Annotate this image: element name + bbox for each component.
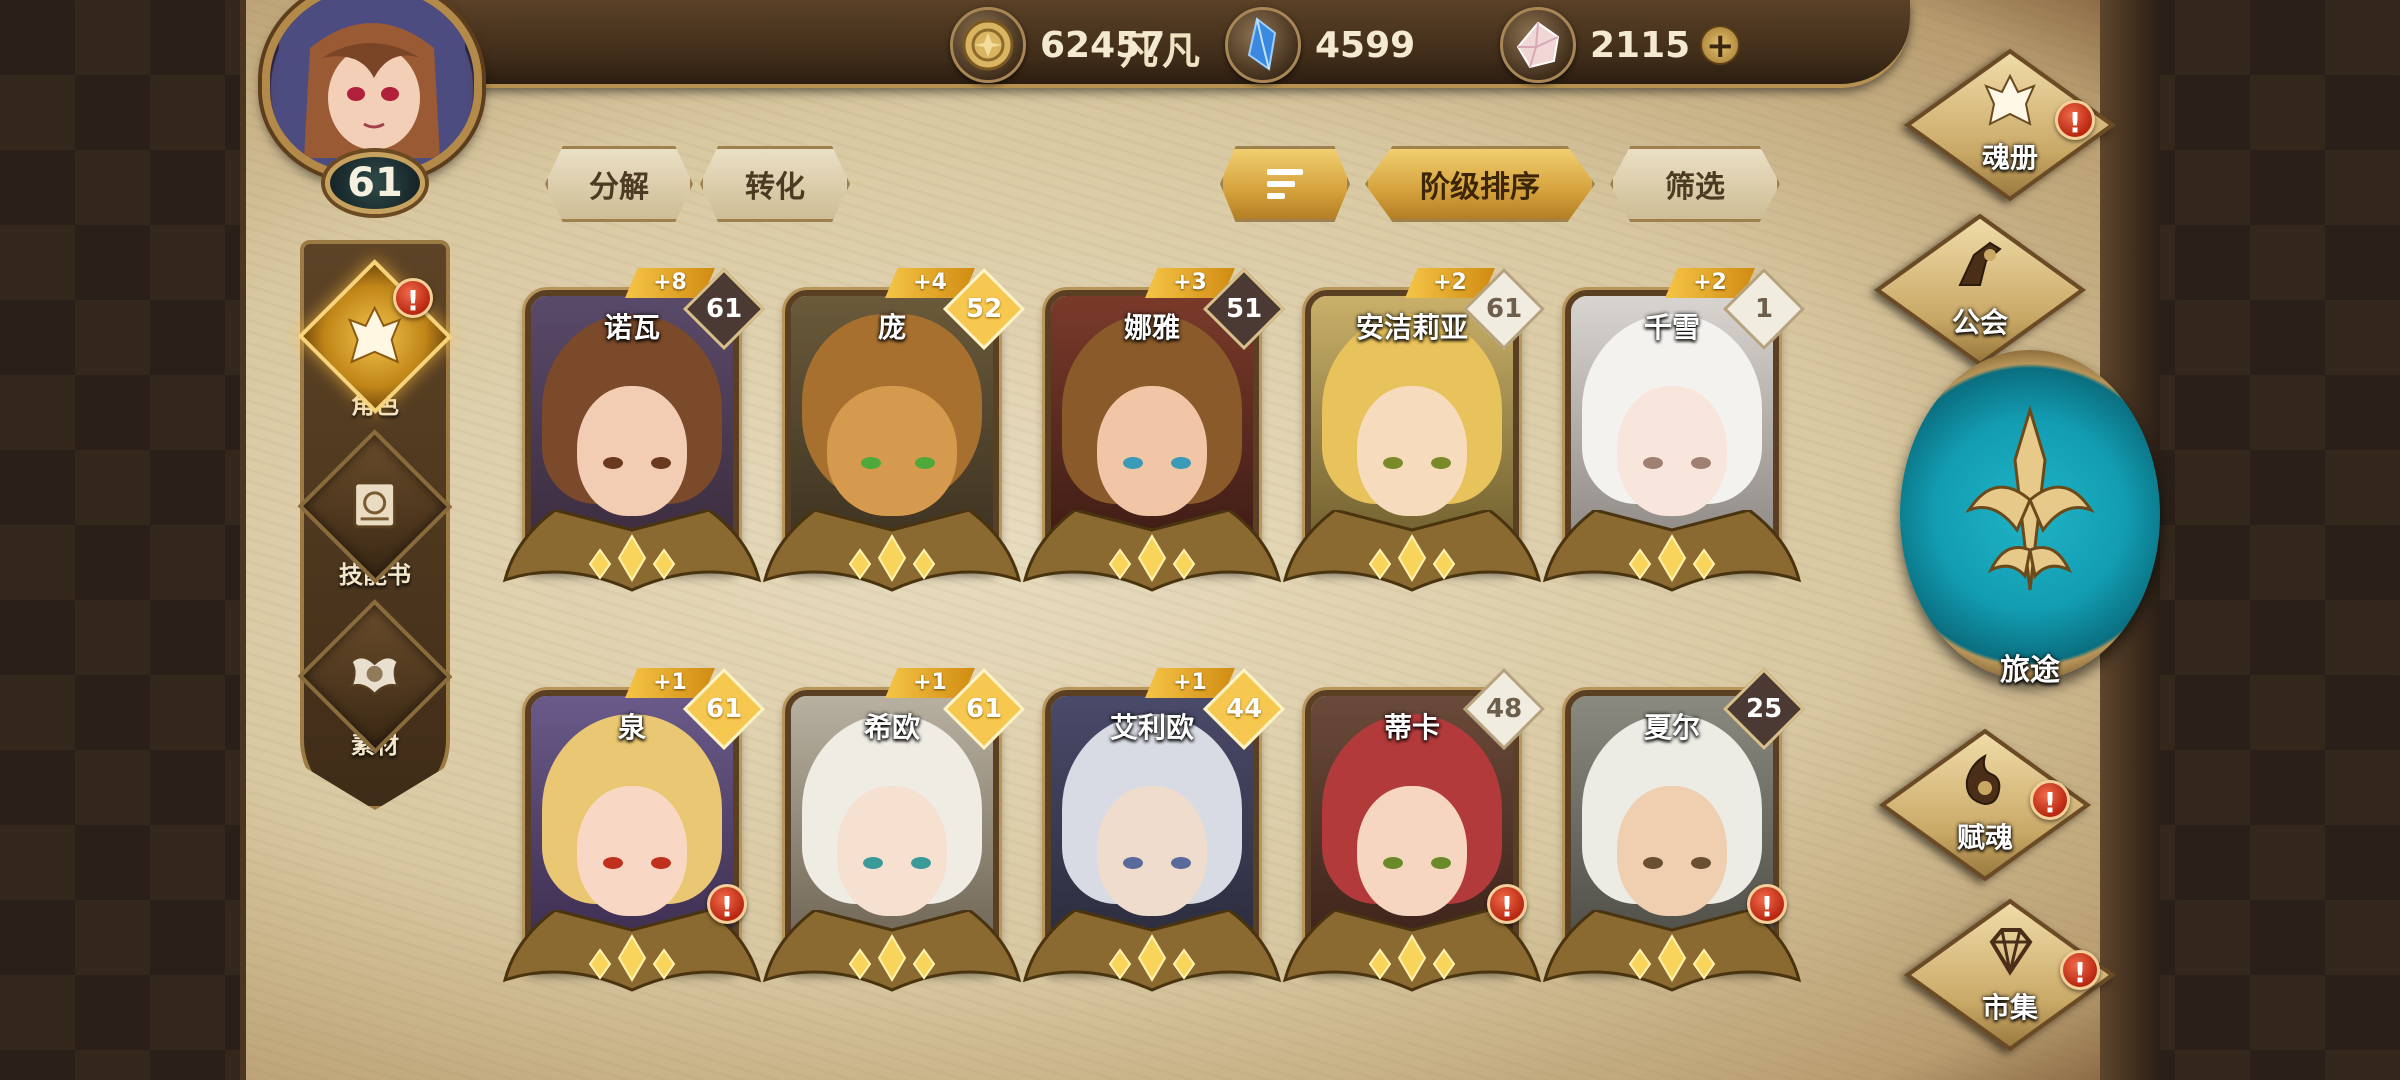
guild-label: 公会 [1951,306,2008,339]
hero-card-naya[interactable]: 娜雅 +3 51 [1022,267,1286,592]
gem-amount: 2115 [1590,24,1691,66]
crystal-amount: 4599 [1315,24,1416,66]
crystal-currency[interactable]: 4599 [1225,7,1416,83]
tier-sort-button[interactable]: 阶级排序 [1365,146,1595,222]
hero-card-chiyuki[interactable]: 千雪 +2 1 [1542,267,1806,592]
soul-flame-icon [1955,750,2015,810]
guild-button[interactable]: 公会 [1865,213,2095,367]
gem-currency[interactable]: 2115 + [1500,7,1741,83]
star-wings-icon [502,510,762,592]
star-wings-icon [1282,510,1542,592]
star-wings-icon [1542,510,1802,592]
gold-coin-icon [950,7,1026,83]
hero-alert-badge: ! [1747,884,1787,924]
guild-icon [1950,235,2010,295]
gold-amount: 62457 [1040,24,1166,66]
soul-book-button[interactable]: 魂册 ! [1895,48,2125,202]
left-background [0,0,250,1080]
material-icon [342,642,408,712]
pink-gem-icon [1500,7,1576,83]
player-level-badge: 61 [325,152,425,214]
endow-soul-alert-badge: ! [2030,780,2070,820]
hero-alert-badge: ! [707,884,747,924]
top-resource-bar: 凡凡 62457 4599 2115 + [430,0,1910,88]
add-gem-button[interactable]: + [1700,25,1741,65]
sidebar-item-material[interactable]: 素材 [297,599,453,760]
star-wings-icon [1022,510,1282,592]
market-button[interactable]: 市集 ! [1895,898,2125,1052]
hero-card-shar[interactable]: 夏尔 25 ! [1542,667,1806,992]
character-alert-badge: ! [393,278,433,318]
skill-book-icon [343,473,407,541]
sidebar-item-skill-book[interactable]: 技能书 [297,429,453,590]
hero-card-theo[interactable]: 希欧 +1 61 [762,667,1026,992]
convert-button[interactable]: 转化 [700,146,850,222]
star-wings-icon [762,510,1022,592]
market-gem-icon [1980,920,2040,980]
blue-crystal-icon [1225,7,1301,83]
trident-emblem-icon [1965,404,2095,591]
hero-alert-badge: ! [1487,884,1527,924]
filter-button[interactable]: 筛选 [1610,146,1780,222]
sort-icon [1267,169,1303,199]
hero-card-pang[interactable]: 庞 +4 52 [762,267,1026,592]
gold-currency[interactable]: 62457 [950,7,1166,83]
market-alert-badge: ! [2060,950,2100,990]
market-label: 市集 [1981,991,2038,1024]
decompose-button[interactable]: 分解 [545,146,693,222]
sort-order-button[interactable] [1220,146,1350,222]
hero-card-nova[interactable]: 诺瓦 +8 61 [502,267,766,592]
hero-card-izumi[interactable]: 泉 +1 61 ! [502,667,766,992]
endow-soul-button[interactable]: 赋魂 ! [1870,728,2100,882]
hero-card-elio[interactable]: 艾利欧 +1 44 [1022,667,1286,992]
journey-label: 旅途 [2000,653,2060,688]
journey-button[interactable]: 旅途 [1900,350,2160,688]
hero-card-angelia[interactable]: 安洁莉亚 +2 61 [1282,267,1546,592]
soul-book-alert-badge: ! [2055,100,2095,140]
soul-book-icon [1980,70,2040,130]
star-wings-icon [762,910,1022,992]
star-wings-icon [1022,910,1282,992]
soul-book-label: 魂册 [1981,141,2038,174]
player-avatar[interactable]: 61 [240,0,516,230]
hero-card-tika[interactable]: 蒂卡 48 ! [1282,667,1546,992]
endow-soul-label: 赋魂 [1956,821,2013,854]
